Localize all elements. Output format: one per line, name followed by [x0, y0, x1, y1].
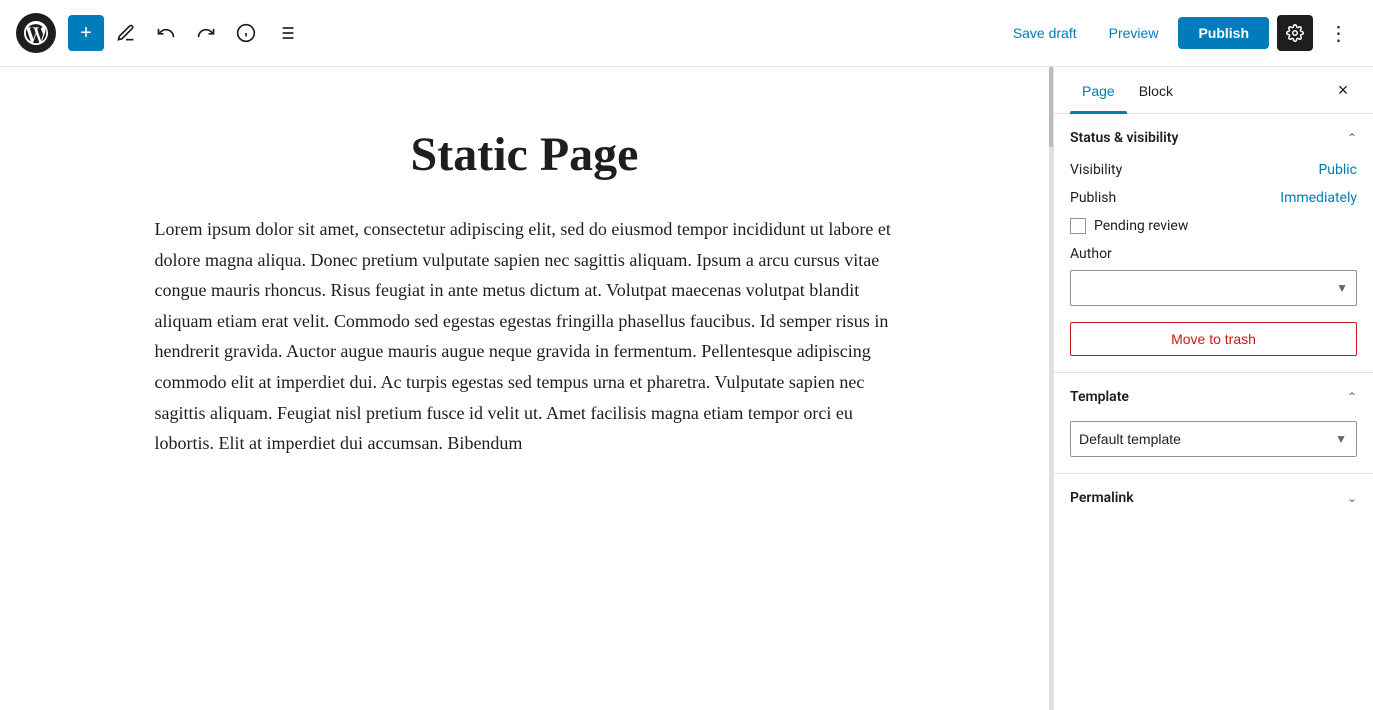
editor-area: Static Page Lorem ipsum dolor sit amet, …	[0, 67, 1049, 710]
permalink-title: Permalink	[1070, 490, 1134, 506]
tab-page[interactable]: Page	[1070, 67, 1127, 113]
visibility-value[interactable]: Public	[1318, 162, 1357, 178]
sidebar-close-button[interactable]: ×	[1329, 76, 1357, 104]
tab-block[interactable]: Block	[1127, 67, 1185, 113]
author-select[interactable]: ▼	[1070, 270, 1357, 306]
permalink-header[interactable]: Permalink ⌄	[1070, 490, 1357, 506]
move-to-trash-button[interactable]: Move to trash	[1070, 322, 1357, 356]
template-toggle: ⌃	[1347, 390, 1357, 404]
template-select-wrapper: Default template Full Width Blank ▼	[1070, 421, 1357, 457]
toolbar: + Save draft	[0, 0, 1373, 67]
more-options-button[interactable]: ⋮	[1321, 15, 1357, 51]
add-icon: +	[80, 23, 92, 43]
template-header[interactable]: Template ⌃	[1070, 389, 1357, 405]
pending-review-row: Pending review	[1070, 218, 1357, 234]
list-view-icon	[276, 23, 296, 43]
publish-row: Publish Immediately	[1070, 190, 1357, 206]
toolbar-left: +	[16, 13, 997, 53]
publish-label: Publish	[1070, 190, 1116, 206]
editor-inner: Static Page Lorem ipsum dolor sit amet, …	[115, 67, 935, 710]
pending-review-checkbox[interactable]	[1070, 218, 1086, 234]
pending-review-label: Pending review	[1094, 218, 1188, 234]
visibility-label: Visibility	[1070, 162, 1122, 178]
preview-button[interactable]: Preview	[1097, 19, 1171, 47]
status-visibility-toggle: ⌃	[1347, 131, 1357, 145]
info-icon	[236, 23, 256, 43]
wp-logo-icon	[24, 21, 48, 45]
author-dropdown-arrow: ▼	[1336, 281, 1348, 295]
permalink-toggle: ⌄	[1347, 491, 1357, 505]
redo-icon	[196, 23, 216, 43]
template-section: Template ⌃ Default template Full Width B…	[1054, 373, 1373, 474]
main-area: Static Page Lorem ipsum dolor sit amet, …	[0, 67, 1373, 710]
list-view-button[interactable]	[268, 15, 304, 51]
page-body[interactable]: Lorem ipsum dolor sit amet, consectetur …	[155, 214, 895, 459]
author-group: Author ▼	[1070, 246, 1357, 306]
info-button[interactable]	[228, 15, 264, 51]
page-title[interactable]: Static Page	[155, 127, 895, 182]
redo-button[interactable]	[188, 15, 224, 51]
sidebar: Page Block × Status & visibility ⌃ Visib…	[1053, 67, 1373, 710]
sidebar-tabs: Page Block ×	[1054, 67, 1373, 114]
save-draft-button[interactable]: Save draft	[1001, 19, 1089, 47]
visibility-row: Visibility Public	[1070, 162, 1357, 178]
author-label: Author	[1070, 246, 1357, 262]
status-visibility-title: Status & visibility	[1070, 130, 1178, 146]
publish-value[interactable]: Immediately	[1280, 190, 1357, 206]
toolbar-right: Save draft Preview Publish ⋮	[1001, 15, 1357, 51]
undo-button[interactable]	[148, 15, 184, 51]
tools-icon	[116, 23, 136, 43]
more-dots-icon: ⋮	[1329, 21, 1350, 46]
publish-button[interactable]: Publish	[1178, 17, 1269, 49]
tools-button[interactable]	[108, 15, 144, 51]
template-select[interactable]: Default template Full Width Blank	[1070, 421, 1357, 457]
scrollbar[interactable]	[1049, 67, 1053, 710]
status-visibility-section: Status & visibility ⌃ Visibility Public …	[1054, 114, 1373, 373]
undo-icon	[156, 23, 176, 43]
template-title: Template	[1070, 389, 1129, 405]
permalink-section: Permalink ⌄	[1054, 474, 1373, 522]
gear-icon	[1286, 24, 1304, 42]
wordpress-logo	[16, 13, 56, 53]
status-visibility-header[interactable]: Status & visibility ⌃	[1070, 130, 1357, 146]
scroll-thumb	[1049, 67, 1053, 147]
add-block-button[interactable]: +	[68, 15, 104, 51]
settings-button[interactable]	[1277, 15, 1313, 51]
